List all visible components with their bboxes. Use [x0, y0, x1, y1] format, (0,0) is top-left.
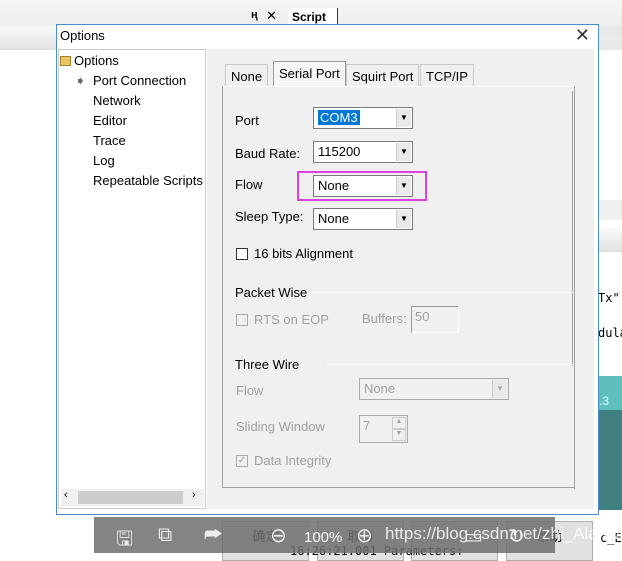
tree-item-network[interactable]: Network: [93, 93, 141, 108]
tree-item-editor[interactable]: Editor: [93, 113, 127, 128]
tree-root[interactable]: Options: [74, 53, 119, 68]
flow-select[interactable]: None ▼: [313, 175, 413, 197]
spin-down-icon[interactable]: ▼: [392, 429, 406, 441]
chevron-down-icon: ▼: [396, 210, 411, 228]
dialog-close-icon[interactable]: ✕: [575, 25, 590, 46]
pin-icon[interactable]: ң: [251, 9, 258, 21]
close-icon[interactable]: ✕: [266, 8, 277, 24]
sleep-type-label: Sleep Type:: [235, 209, 304, 224]
three-wire-title: Three Wire: [235, 357, 300, 372]
teal-panel: [598, 410, 622, 510]
tab-squirt-port[interactable]: Squirt Port: [346, 64, 420, 87]
chevron-down-icon: ▼: [396, 109, 411, 127]
data-integrity-label: Data Integrity: [254, 453, 332, 468]
sliding-window-spinner[interactable]: 7 ▲ ▼: [359, 415, 408, 443]
zoom-level: 100%: [304, 529, 343, 546]
group-line: [327, 364, 573, 365]
resize-icon[interactable]: ⧉: [158, 524, 172, 547]
flow-label: Flow: [235, 177, 263, 192]
sliding-window-label: Sliding Window: [236, 419, 325, 434]
group-border: [572, 91, 573, 366]
tree-scrollbar[interactable]: ‹ ›: [61, 489, 204, 506]
tree-item-log[interactable]: Log: [93, 153, 115, 168]
scroll-thumb[interactable]: [78, 491, 183, 504]
baud-label: Baud Rate:: [235, 146, 301, 161]
code-text: Tx",: [598, 291, 622, 305]
options-tree: Options ➧ Port Connection Network Editor…: [58, 49, 206, 509]
tree-item-repeatable-scripts[interactable]: Repeatable Scripts: [93, 173, 203, 188]
chevron-down-icon: ▼: [396, 177, 411, 195]
arrow-icon: ➧: [75, 73, 86, 88]
port-select[interactable]: COM3 ▼: [313, 107, 413, 129]
spin-up-icon[interactable]: ▲: [392, 417, 406, 429]
alignment-label: 16 bits Alignment: [254, 246, 354, 261]
tab-none[interactable]: None: [225, 64, 269, 87]
alignment-checkbox[interactable]: [236, 248, 248, 260]
tab-serial-port[interactable]: Serial Port: [273, 61, 346, 88]
zoom-out-icon[interactable]: ⊖: [270, 523, 287, 548]
baud-value: 115200: [318, 144, 361, 159]
share-icon[interactable]: ⮫: [204, 524, 223, 547]
background-bar: [598, 200, 622, 220]
group-border: [574, 365, 575, 489]
buffers-input[interactable]: 50: [411, 306, 459, 333]
chevron-down-icon: ▼: [492, 380, 507, 398]
sleep-type-select[interactable]: None ▼: [313, 208, 413, 230]
options-dialog: Options ✕ Options ➧ Port Connection Netw…: [56, 24, 599, 561]
folder-icon: [60, 56, 71, 66]
scroll-right-icon[interactable]: ›: [192, 489, 196, 501]
background-bar: [598, 228, 622, 252]
rts-label: RTS on EOP: [254, 312, 329, 327]
flow-value: None: [318, 178, 350, 193]
tw-flow-value: None: [364, 381, 396, 396]
zoom-in-icon[interactable]: ⊕: [356, 523, 373, 548]
tree-item-trace[interactable]: Trace: [93, 133, 126, 148]
baud-select[interactable]: 115200 ▼: [313, 141, 413, 163]
buffers-label: Buffers:: [362, 311, 407, 326]
sleep-type-value: None: [318, 211, 350, 226]
scroll-left-icon[interactable]: ‹: [64, 489, 68, 501]
port-value: COM3: [318, 110, 360, 125]
rts-checkbox[interactable]: [236, 314, 248, 326]
port-label: Port: [235, 113, 259, 128]
tw-flow-select[interactable]: None ▼: [359, 378, 509, 400]
dialog-title: Options: [60, 28, 105, 43]
watermark: https://blog.csdn.net/zhi_Alanwu: [385, 524, 622, 543]
tab-tcp-ip[interactable]: TCP/IP: [420, 64, 474, 87]
background-edge: [598, 26, 622, 36]
background-panel-header: [0, 26, 60, 50]
serial-port-page: Port COM3 ▼ Baud Rate: 115200 ▼ Flow Non…: [222, 86, 575, 489]
tw-flow-label: Flow: [236, 383, 264, 398]
data-integrity-checkbox[interactable]: ✓: [236, 455, 248, 467]
status-bar: .3: [598, 376, 622, 410]
tree-item-port-connection[interactable]: Port Connection: [93, 73, 186, 88]
group-line: [311, 292, 573, 293]
packet-wise-title: Packet Wise: [235, 285, 308, 300]
code-text: dula: [598, 326, 622, 340]
sliding-window-value: 7: [363, 418, 371, 433]
chevron-down-icon: ▼: [396, 143, 411, 161]
